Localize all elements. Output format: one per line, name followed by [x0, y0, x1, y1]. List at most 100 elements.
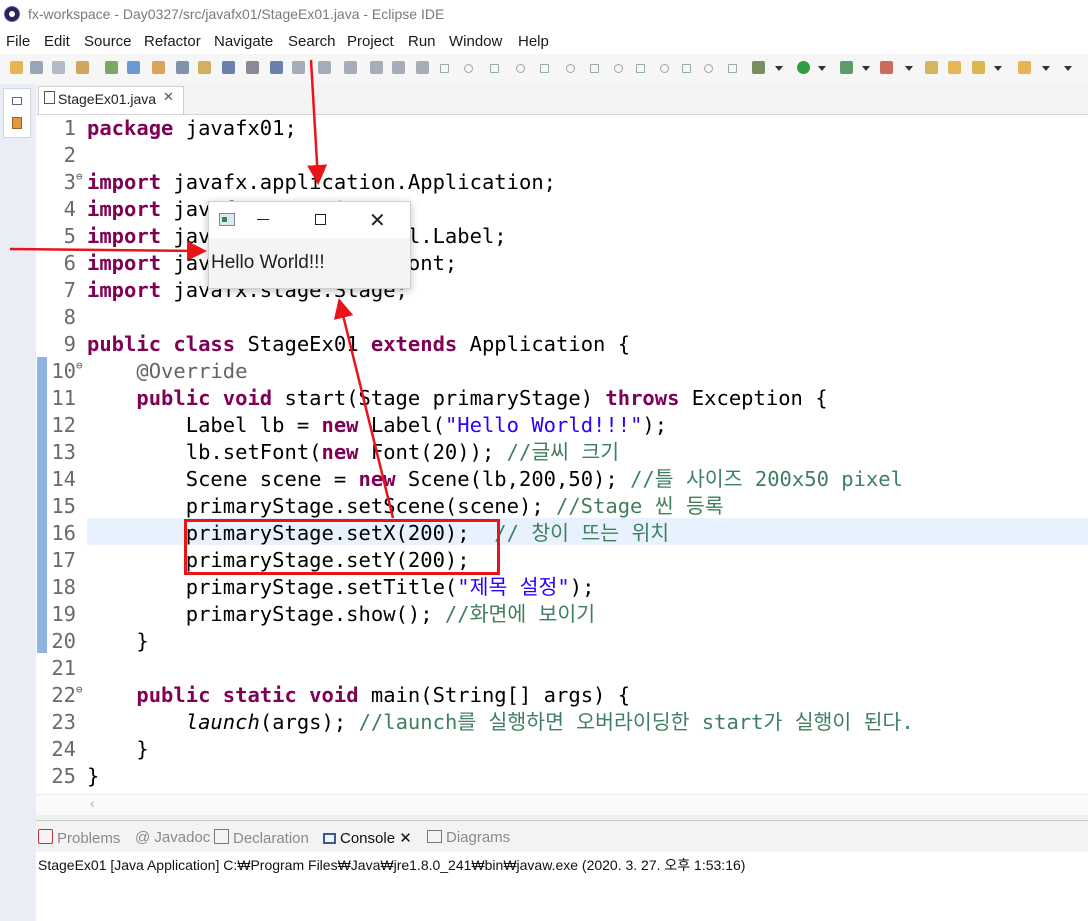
code-line[interactable]: 25}	[48, 763, 1088, 790]
toggle-mark-icon[interactable]	[152, 61, 165, 74]
open-console-icon[interactable]	[222, 61, 235, 74]
layout-icon[interactable]	[392, 61, 405, 74]
shape-icon[interactable]	[728, 64, 737, 73]
code-line[interactable]: 21	[48, 655, 1088, 682]
scroll-left-icon[interactable]: ‹	[90, 795, 95, 811]
code-line[interactable]: 3 ⊖ import javafx.application.Application;	[48, 169, 1088, 196]
menu-navigate[interactable]: Navigate	[214, 33, 273, 50]
layout-icon[interactable]	[270, 61, 283, 74]
code-token: //화면에 보이기	[444, 602, 596, 626]
open-type-icon[interactable]	[925, 61, 938, 74]
code-line[interactable]: 11 public void start(Stage primaryStage)…	[48, 385, 1088, 412]
dropdown-icon[interactable]	[1042, 66, 1050, 71]
new-package-icon[interactable]	[105, 61, 118, 74]
code-line[interactable]: 19 primaryStage.show(); //화면에 보이기	[48, 601, 1088, 628]
code-line[interactable]: 13 lb.setFont(new Font(20)); //글씨 크기	[48, 439, 1088, 466]
menu-edit[interactable]: Edit	[44, 33, 70, 50]
code-token: // 창이 뜨는 위치	[494, 521, 670, 545]
dropdown-icon[interactable]	[775, 66, 783, 71]
dropdown-icon[interactable]	[818, 66, 826, 71]
save-all-icon[interactable]	[52, 61, 65, 74]
code-line[interactable]: 2	[48, 142, 1088, 169]
new-icon[interactable]	[10, 61, 23, 74]
shape-icon[interactable]	[540, 64, 549, 73]
shape-icon[interactable]	[440, 64, 449, 73]
shape-icon[interactable]	[516, 64, 525, 73]
pen-icon[interactable]	[972, 61, 985, 74]
javafx-stage-window[interactable]: ✕ Hello World!!!	[208, 201, 411, 289]
restore-icon[interactable]	[12, 97, 22, 105]
fold-toggle-icon[interactable]: ⊖	[76, 676, 83, 703]
tab-diagrams[interactable]: Diagrams	[427, 829, 510, 846]
code-line[interactable]: 9 public class StageEx01 extends Applicat…	[48, 331, 1088, 358]
close-icon[interactable]: ✕	[369, 208, 386, 233]
run-icon[interactable]	[797, 61, 810, 74]
new-class-icon[interactable]	[127, 61, 140, 74]
code-line[interactable]: 24 }	[48, 736, 1088, 763]
tab-problems[interactable]: Problems	[38, 829, 120, 847]
maximize-icon[interactable]	[315, 214, 326, 225]
dropdown-icon[interactable]	[905, 66, 913, 71]
code-line[interactable]: 6import javafx.scene.text.Font;	[48, 250, 1088, 277]
menu-refactor[interactable]: Refactor	[144, 33, 201, 50]
shape-icon[interactable]	[464, 64, 473, 73]
fold-toggle-icon[interactable]: ⊖	[76, 163, 83, 190]
minimize-icon[interactable]	[257, 219, 269, 220]
layout-icon[interactable]	[318, 61, 331, 74]
external-tools-icon[interactable]	[880, 61, 893, 74]
code-line[interactable]: 15 primaryStage.setScene(scene); //Stage…	[48, 493, 1088, 520]
code-line[interactable]: 12 Label lb = new Label("Hello World!!!"…	[48, 412, 1088, 439]
close-icon[interactable]: ✕	[163, 89, 174, 105]
tab-javadoc[interactable]: @ Javadoc	[135, 829, 210, 846]
shape-icon[interactable]	[566, 64, 575, 73]
code-line[interactable]: 4import javafx.scene.Scene;	[48, 196, 1088, 223]
menu-help[interactable]: Help	[518, 33, 549, 50]
fold-toggle-icon[interactable]: ⊖	[76, 352, 83, 379]
code-line[interactable]: 8	[48, 304, 1088, 331]
tab-console[interactable]: Console ✕	[323, 829, 412, 847]
menu-run[interactable]: Run	[408, 33, 436, 50]
code-line[interactable]: 10 ⊖ @Override	[48, 358, 1088, 385]
horizontal-scrollbar[interactable]	[36, 794, 1088, 815]
coverage-icon[interactable]	[840, 61, 853, 74]
minimized-views[interactable]	[3, 88, 31, 138]
code-line[interactable]: 14 Scene scene = new Scene(lb,200,50); /…	[48, 466, 1088, 493]
layout-icon[interactable]	[292, 61, 305, 74]
code-line[interactable]: 1 package javafx01;	[48, 115, 1088, 142]
save-icon[interactable]	[30, 61, 43, 74]
code-token: Label(	[358, 413, 445, 437]
shape-icon[interactable]	[490, 64, 499, 73]
dropdown-icon[interactable]	[1064, 66, 1072, 71]
package-explorer-icon[interactable]	[12, 117, 22, 129]
code-line[interactable]: 22 ⊖ public static void main(String[] arg…	[48, 682, 1088, 709]
shape-icon[interactable]	[590, 64, 599, 73]
layout-icon[interactable]	[416, 61, 429, 74]
shape-icon[interactable]	[682, 64, 691, 73]
layout-icon[interactable]	[370, 61, 383, 74]
open-folder-icon[interactable]	[948, 61, 961, 74]
next-edit-icon[interactable]	[1018, 61, 1031, 74]
menu-source[interactable]: Source	[84, 33, 132, 50]
dropdown-icon[interactable]	[994, 66, 1002, 71]
tab-declaration[interactable]: Declaration	[214, 829, 309, 847]
code-line[interactable]: 23 launch(args); //launch를 실행하면 오버라이딩한 s…	[48, 709, 1088, 736]
debug-icon[interactable]	[752, 61, 765, 74]
shape-icon[interactable]	[704, 64, 713, 73]
code-line[interactable]: 18 primaryStage.setTitle("제목 설정");	[48, 574, 1088, 601]
annotation-icon[interactable]	[198, 61, 211, 74]
new-type-icon[interactable]	[76, 61, 89, 74]
layout-icon[interactable]	[344, 61, 357, 74]
dropdown-icon[interactable]	[862, 66, 870, 71]
menu-project[interactable]: Project	[347, 33, 394, 50]
menu-file[interactable]: File	[6, 33, 30, 50]
menu-search[interactable]: Search	[288, 33, 336, 50]
shape-icon[interactable]	[660, 64, 669, 73]
code-line[interactable]: 5import javafx.scene.control.Label;	[48, 223, 1088, 250]
code-line[interactable]: 20 }	[48, 628, 1088, 655]
next-annotation-icon[interactable]	[246, 61, 259, 74]
shape-icon[interactable]	[636, 64, 645, 73]
shape-icon[interactable]	[614, 64, 623, 73]
menu-window[interactable]: Window	[449, 33, 502, 50]
code-line[interactable]: 7 import javafx.stage.Stage;	[48, 277, 1088, 304]
task-icon[interactable]	[176, 61, 189, 74]
